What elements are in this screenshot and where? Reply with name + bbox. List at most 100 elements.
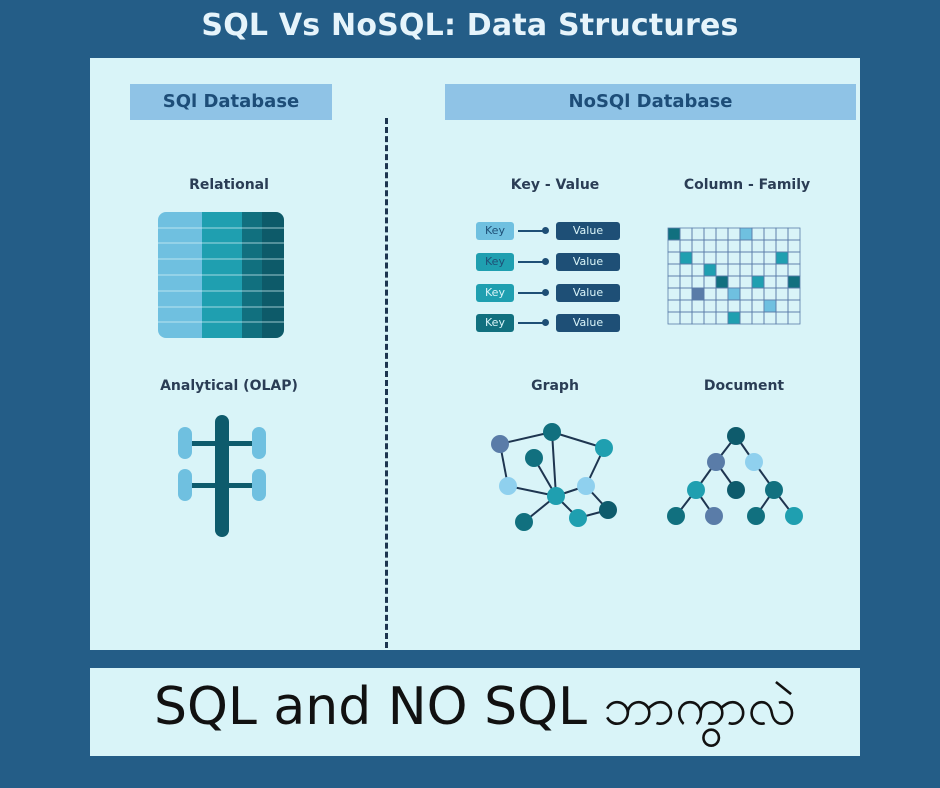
grid-cell — [739, 299, 753, 313]
kv-row: Key Value — [476, 253, 622, 273]
grid-cell — [727, 299, 741, 313]
grid-cell — [667, 239, 681, 253]
grid-cell — [715, 251, 729, 265]
grid-cell — [691, 311, 705, 325]
key-value-list: Key Value Key Value Key Value Key Value — [476, 222, 622, 338]
grid-cell — [751, 239, 765, 253]
kv-key: Key — [476, 314, 514, 332]
grid-cell — [679, 275, 693, 289]
grid-cell — [739, 311, 753, 325]
grid-cell — [679, 299, 693, 313]
grid-cell — [679, 311, 693, 325]
grid-cell — [727, 275, 741, 289]
grid-cell — [703, 263, 717, 277]
grid-cell — [787, 239, 801, 253]
kv-row: Key Value — [476, 222, 622, 242]
grid-cell — [703, 275, 717, 289]
grid-cell — [787, 275, 801, 289]
grid-cell — [775, 287, 789, 301]
kv-value: Value — [556, 253, 620, 271]
grid-cell — [667, 299, 681, 313]
grid-cell — [703, 227, 717, 241]
grid-cell — [775, 299, 789, 313]
grid-cell — [703, 251, 717, 265]
grid-cell — [775, 227, 789, 241]
graph-icon — [491, 423, 617, 531]
grid-cell — [715, 263, 729, 277]
sql-database-header: SQl Database — [130, 84, 332, 120]
grid-cell — [691, 263, 705, 277]
grid-cell — [763, 251, 777, 265]
grid-cell — [727, 311, 741, 325]
grid-cell — [667, 263, 681, 277]
diagram-panel: SQl Database NoSQl Database Relational A… — [90, 58, 860, 650]
grid-cell — [679, 251, 693, 265]
grid-cell — [775, 251, 789, 265]
grid-cell — [751, 311, 765, 325]
grid-cell — [679, 239, 693, 253]
document-label: Document — [703, 378, 785, 394]
grid-cell — [763, 299, 777, 313]
grid-cell — [787, 263, 801, 277]
nosql-database-header: NoSQl Database — [445, 84, 856, 120]
grid-cell — [703, 287, 717, 301]
grid-cell — [691, 251, 705, 265]
grid-cell — [703, 239, 717, 253]
grid-cell — [751, 299, 765, 313]
grid-cell — [751, 251, 765, 265]
grid-cell — [667, 287, 681, 301]
kv-value: Value — [556, 314, 620, 332]
footer-banner: SQL and NO SQL ဘာကွာလဲ — [90, 668, 860, 756]
kv-key: Key — [476, 222, 514, 240]
kv-key: Key — [476, 284, 514, 302]
key-value-label: Key - Value — [510, 177, 600, 193]
grid-cell — [727, 251, 741, 265]
grid-cell — [775, 239, 789, 253]
grid-cell — [691, 299, 705, 313]
footer-caption: SQL and NO SQL ဘာကွာလဲ — [153, 677, 797, 737]
kv-connector — [518, 230, 544, 232]
grid-cell — [727, 287, 741, 301]
kv-connector — [518, 292, 544, 294]
grid-cell — [751, 263, 765, 277]
grid-cell — [679, 263, 693, 277]
grid-cell — [775, 311, 789, 325]
grid-cell — [763, 275, 777, 289]
olap-label: Analytical (OLAP) — [160, 378, 298, 394]
graph-label: Graph — [531, 378, 579, 394]
kv-connector — [518, 322, 544, 324]
grid-cell — [691, 239, 705, 253]
grid-cell — [739, 251, 753, 265]
grid-cell — [739, 239, 753, 253]
olap-icon — [178, 415, 266, 537]
grid-cell — [763, 311, 777, 325]
grid-cell — [763, 227, 777, 241]
kv-connector-dot — [542, 227, 549, 234]
relational-table-icon — [158, 212, 284, 338]
grid-cell — [787, 299, 801, 313]
grid-cell — [787, 227, 801, 241]
kv-row: Key Value — [476, 314, 622, 334]
grid-cell — [739, 263, 753, 277]
kv-key: Key — [476, 253, 514, 271]
grid-cell — [715, 275, 729, 289]
relational-label: Relational — [189, 177, 269, 193]
grid-cell — [691, 287, 705, 301]
kv-row: Key Value — [476, 284, 622, 304]
grid-cell — [727, 227, 741, 241]
grid-cell — [667, 251, 681, 265]
grid-cell — [751, 227, 765, 241]
grid-cell — [775, 275, 789, 289]
grid-cell — [715, 227, 729, 241]
grid-cell — [775, 263, 789, 277]
document-tree-icon — [667, 427, 803, 525]
grid-cell — [715, 239, 729, 253]
grid-cell — [739, 227, 753, 241]
grid-cell — [787, 287, 801, 301]
grid-cell — [715, 311, 729, 325]
kv-connector-dot — [542, 319, 549, 326]
kv-value: Value — [556, 222, 620, 240]
grid-cell — [763, 239, 777, 253]
column-family-grid-icon — [667, 227, 801, 325]
grid-cell — [715, 287, 729, 301]
